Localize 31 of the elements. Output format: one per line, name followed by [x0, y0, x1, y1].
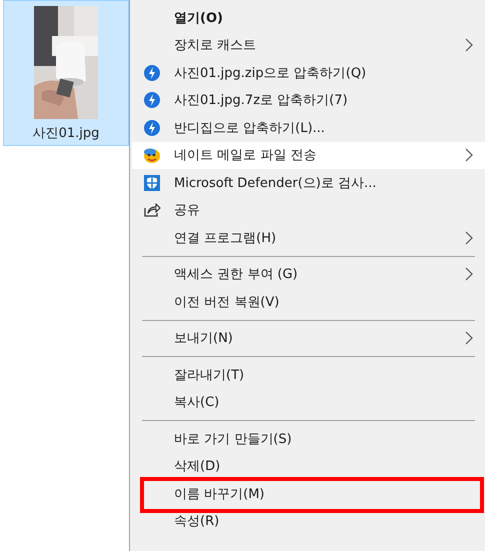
file-tile[interactable]: 사진01.jpg [3, 0, 129, 146]
lightning-icon [143, 118, 161, 137]
menu-item[interactable]: 보내기(N) [132, 324, 485, 352]
menu-item[interactable]: 공유 [132, 196, 485, 224]
menu-item[interactable]: Microsoft Defender(으)로 검사... [132, 169, 485, 196]
menu-item[interactable]: 이전 버전 복원(V) [132, 288, 485, 316]
menu-item[interactable]: 사진01.jpg.7z로 압축하기(7) [132, 86, 485, 114]
share-icon [143, 202, 161, 218]
chevron-right-icon [465, 230, 473, 245]
menu-item[interactable]: 속성(R) [132, 508, 485, 535]
menu-item[interactable]: 사진01.jpg.zip으로 압축하기(Q) [132, 59, 485, 86]
file-name: 사진01.jpg [32, 125, 100, 142]
chevron-right-icon [465, 38, 473, 52]
menu-item[interactable]: 이름 바꾸기(M) [132, 480, 485, 508]
menu-item[interactable]: 바로 가기 만들기(S) [132, 425, 485, 452]
menu-item[interactable]: 연결 프로그램(H) [132, 224, 485, 252]
lightning-icon [143, 91, 161, 110]
chevron-right-icon [465, 267, 473, 282]
menu-item[interactable]: 잘라내기(T) [132, 361, 485, 388]
chevron-right-icon [465, 331, 473, 346]
menu-item[interactable]: 네이트 메일로 파일 전송 [132, 142, 485, 169]
chevron-right-icon [465, 148, 473, 162]
lightning-icon [143, 64, 161, 82]
menu-item[interactable]: 삭제(D) [132, 452, 485, 480]
menu-item[interactable]: 복사(C) [132, 388, 485, 416]
menu-item[interactable]: 열기(O) [132, 4, 485, 32]
smiley-icon [142, 146, 162, 164]
menu-item[interactable]: 반디집으로 압축하기(L)... [132, 114, 485, 142]
menu-item[interactable]: 액세스 권한 부여 (G) [132, 260, 485, 288]
shield-icon [143, 174, 161, 192]
menu-item[interactable]: 장치로 캐스트 [132, 32, 485, 59]
